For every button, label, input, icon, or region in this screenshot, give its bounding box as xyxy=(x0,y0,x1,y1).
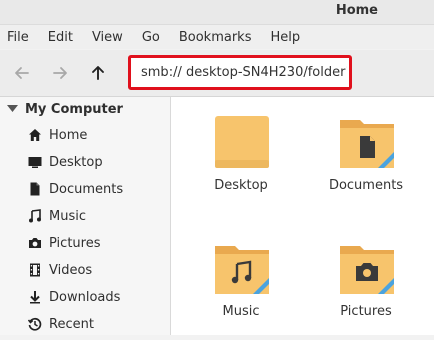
pictures-folder-icon xyxy=(340,246,394,294)
menu-help[interactable]: Help xyxy=(270,30,300,45)
file-label: Music xyxy=(222,304,260,319)
sidebar-item-label: Desktop xyxy=(49,154,103,170)
recent-icon xyxy=(28,317,42,331)
sidebar-item-label: Pictures xyxy=(49,235,101,251)
sidebar-item-label: Videos xyxy=(49,262,93,278)
menu-view[interactable]: View xyxy=(92,30,123,45)
documents-folder-icon xyxy=(340,120,394,168)
sidebar-item-downloads[interactable]: Downloads xyxy=(28,286,168,308)
location-bar-highlight xyxy=(128,55,352,90)
sidebar-item-pictures[interactable]: Pictures xyxy=(28,232,168,254)
sidebar-item-music[interactable]: Music xyxy=(28,205,168,227)
back-button[interactable] xyxy=(10,61,34,85)
sidebar-item-home[interactable]: Home xyxy=(28,124,168,146)
file-label: Pictures xyxy=(340,304,392,319)
sidebar-item-desktop[interactable]: Desktop xyxy=(28,151,168,173)
window-title: Home xyxy=(335,3,378,18)
collapse-triangle-icon xyxy=(7,102,19,117)
arrow-left-icon xyxy=(15,67,29,79)
sidebar-item-label: Downloads xyxy=(49,289,121,305)
camera-icon xyxy=(28,236,42,250)
desktop-folder-icon xyxy=(215,116,269,168)
music-icon xyxy=(28,209,42,223)
sidebar-item-label: Recent xyxy=(49,316,94,332)
up-button[interactable] xyxy=(86,61,110,85)
menu-bar: File Edit View Go Bookmarks Help xyxy=(0,25,434,49)
arrow-right-icon xyxy=(53,67,67,79)
file-label: Documents xyxy=(328,178,404,193)
music-folder-icon xyxy=(215,246,269,294)
file-label: Desktop xyxy=(214,178,268,193)
home-icon xyxy=(28,128,42,142)
menu-bookmarks[interactable]: Bookmarks xyxy=(179,30,252,45)
menu-file[interactable]: File xyxy=(7,30,29,45)
forward-button[interactable] xyxy=(48,61,72,85)
location-input[interactable] xyxy=(131,58,347,87)
sidebar-item-label: Home xyxy=(49,127,88,143)
file-item-pictures[interactable]: Pictures xyxy=(316,240,416,340)
file-item-desktop[interactable]: Desktop xyxy=(191,114,291,214)
menu-go[interactable]: Go xyxy=(142,30,160,45)
download-icon xyxy=(28,290,42,304)
sidebar-item-videos[interactable]: Videos xyxy=(28,259,168,281)
section-title: My Computer xyxy=(25,101,123,117)
sidebar-section-my-computer[interactable]: My Computer xyxy=(7,100,123,118)
file-item-music[interactable]: Music xyxy=(191,240,291,340)
file-view: Desktop Documents Music Pictures xyxy=(171,97,434,335)
film-icon xyxy=(28,263,42,277)
sidebar-item-recent[interactable]: Recent xyxy=(28,313,168,335)
arrow-up-icon xyxy=(92,66,104,80)
file-item-documents[interactable]: Documents xyxy=(316,114,416,214)
sidebar: My Computer Home Desktop Documents Music… xyxy=(0,97,171,335)
sidebar-item-label: Music xyxy=(49,208,86,224)
sidebar-item-label: Documents xyxy=(49,181,124,197)
title-bar: Home xyxy=(0,0,434,25)
desktop-icon xyxy=(28,155,42,169)
menu-edit[interactable]: Edit xyxy=(48,30,73,45)
sidebar-item-documents[interactable]: Documents xyxy=(28,178,168,200)
document-icon xyxy=(28,182,42,196)
